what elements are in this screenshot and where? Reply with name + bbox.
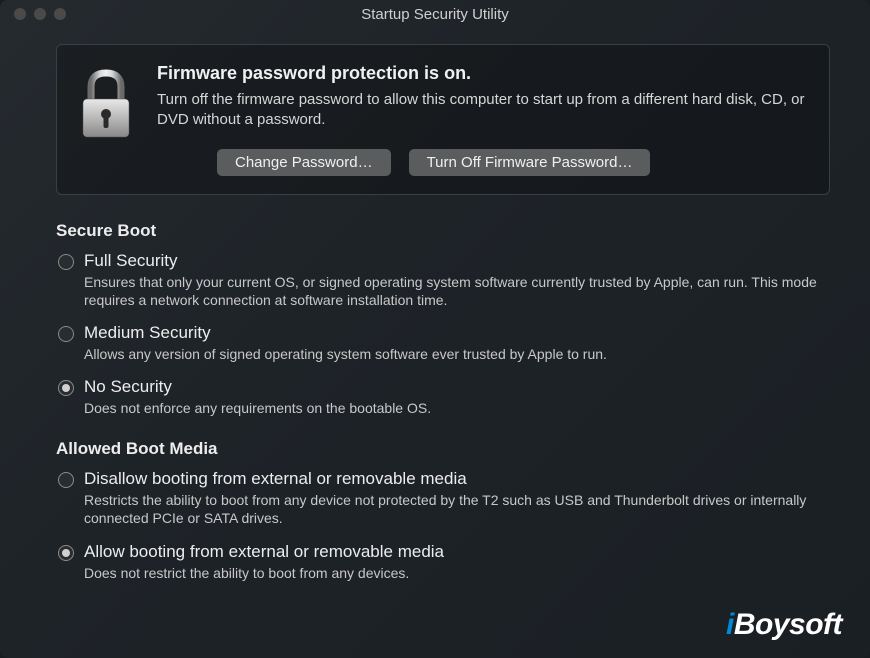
radio-content: No Security Does not enforce any require… xyxy=(84,377,830,417)
radio-description: Does not restrict the ability to boot fr… xyxy=(84,564,830,582)
radio-icon xyxy=(58,326,74,342)
watermark-prefix: i xyxy=(726,608,734,641)
radio-medium-security[interactable]: Medium Security Allows any version of si… xyxy=(56,323,830,363)
allowed-boot-heading: Allowed Boot Media xyxy=(56,439,830,459)
firmware-text: Firmware password protection is on. Turn… xyxy=(157,63,807,176)
lock-icon xyxy=(77,63,135,146)
change-password-button[interactable]: Change Password… xyxy=(217,149,391,176)
radio-content: Medium Security Allows any version of si… xyxy=(84,323,830,363)
radio-content: Full Security Ensures that only your cur… xyxy=(84,251,830,309)
radio-label: No Security xyxy=(84,377,830,397)
close-icon[interactable] xyxy=(14,8,26,20)
radio-icon xyxy=(58,472,74,488)
radio-content: Allow booting from external or removable… xyxy=(84,542,830,582)
radio-label: Allow booting from external or removable… xyxy=(84,542,830,562)
radio-description: Restricts the ability to boot from any d… xyxy=(84,491,830,527)
window-title: Startup Security Utility xyxy=(12,6,858,23)
radio-description: Ensures that only your current OS, or si… xyxy=(84,273,830,309)
radio-allow-external[interactable]: Allow booting from external or removable… xyxy=(56,542,830,582)
content-area: Firmware password protection is on. Turn… xyxy=(0,28,870,614)
firmware-description: Turn off the firmware password to allow … xyxy=(157,90,807,131)
minimize-icon[interactable] xyxy=(34,8,46,20)
watermark: iBoysoft xyxy=(726,608,842,642)
traffic-lights xyxy=(14,8,66,20)
radio-description: Does not enforce any requirements on the… xyxy=(84,399,830,417)
secure-boot-heading: Secure Boot xyxy=(56,221,830,241)
radio-full-security[interactable]: Full Security Ensures that only your cur… xyxy=(56,251,830,309)
firmware-heading: Firmware password protection is on. xyxy=(157,63,807,84)
turn-off-firmware-password-button[interactable]: Turn Off Firmware Password… xyxy=(409,149,651,176)
radio-disallow-external[interactable]: Disallow booting from external or remova… xyxy=(56,469,830,527)
radio-label: Full Security xyxy=(84,251,830,271)
watermark-rest: Boysoft xyxy=(734,608,842,641)
radio-content: Disallow booting from external or remova… xyxy=(84,469,830,527)
zoom-icon[interactable] xyxy=(54,8,66,20)
titlebar: Startup Security Utility xyxy=(0,0,870,28)
radio-description: Allows any version of signed operating s… xyxy=(84,345,830,363)
secure-boot-group: Full Security Ensures that only your cur… xyxy=(56,251,830,418)
startup-security-window: Startup Security Utility xyxy=(0,0,870,658)
radio-icon xyxy=(58,380,74,396)
radio-icon xyxy=(58,545,74,561)
radio-label: Disallow booting from external or remova… xyxy=(84,469,830,489)
firmware-button-row: Change Password… Turn Off Firmware Passw… xyxy=(157,149,807,176)
radio-no-security[interactable]: No Security Does not enforce any require… xyxy=(56,377,830,417)
radio-label: Medium Security xyxy=(84,323,830,343)
allowed-boot-group: Disallow booting from external or remova… xyxy=(56,469,830,582)
radio-icon xyxy=(58,254,74,270)
firmware-panel: Firmware password protection is on. Turn… xyxy=(56,44,830,195)
